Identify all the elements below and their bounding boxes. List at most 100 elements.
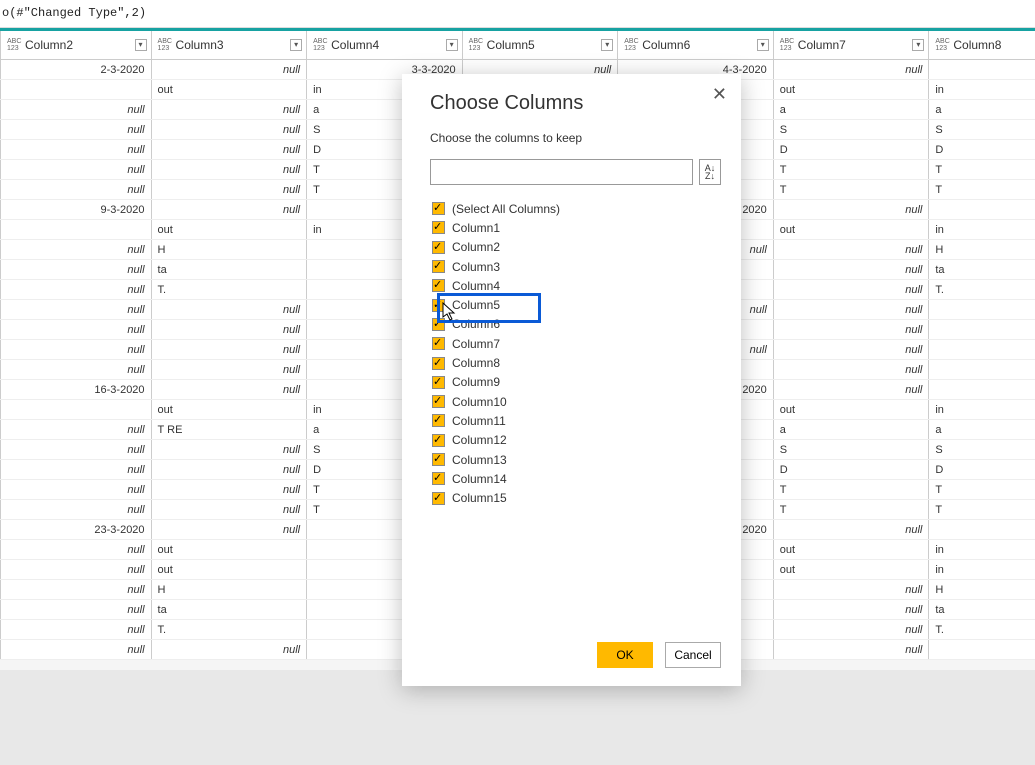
table-cell[interactable]: out [151, 560, 307, 580]
table-cell[interactable]: out [773, 80, 929, 100]
table-cell[interactable]: T [773, 500, 929, 520]
table-cell[interactable]: null [151, 340, 307, 360]
table-cell[interactable]: null [151, 180, 307, 200]
filter-dropdown-icon[interactable]: ▾ [290, 39, 302, 51]
column-item-11[interactable]: Column11 [430, 411, 721, 430]
checkbox-icon[interactable] [432, 260, 445, 273]
table-cell[interactable]: D [929, 460, 1035, 480]
column-search-input[interactable] [430, 159, 693, 185]
column-item-14[interactable]: Column14 [430, 469, 721, 488]
table-cell[interactable]: a [773, 420, 929, 440]
table-cell[interactable]: out [773, 560, 929, 580]
table-cell[interactable] [1, 220, 152, 240]
table-cell[interactable]: H [929, 580, 1035, 600]
select-all-columns[interactable]: (Select All Columns) [430, 199, 721, 218]
table-cell[interactable]: 19 [929, 380, 1035, 400]
column-item-6[interactable]: Column6 [430, 315, 721, 334]
table-cell[interactable]: in [929, 560, 1035, 580]
table-cell[interactable]: null [773, 320, 929, 340]
checkbox-icon[interactable] [432, 221, 445, 234]
table-cell[interactable]: null [1, 360, 152, 380]
column-item-5[interactable]: Column5 [430, 295, 721, 314]
table-cell[interactable]: S [773, 120, 929, 140]
checkbox-icon[interactable] [432, 279, 445, 292]
table-cell[interactable]: T. [929, 280, 1035, 300]
table-cell[interactable]: ta [929, 260, 1035, 280]
table-cell[interactable]: null [929, 340, 1035, 360]
table-cell[interactable]: 9-3-2020 [1, 200, 152, 220]
table-cell[interactable]: H [151, 240, 307, 260]
table-cell[interactable]: 16-3-2020 [1, 380, 152, 400]
table-cell[interactable]: null [1, 100, 152, 120]
table-cell[interactable]: null [1, 500, 152, 520]
table-cell[interactable]: out [151, 80, 307, 100]
table-cell[interactable]: null [151, 440, 307, 460]
table-cell[interactable]: null [151, 120, 307, 140]
table-cell[interactable]: T [929, 480, 1035, 500]
table-cell[interactable]: null [151, 500, 307, 520]
table-cell[interactable]: in [929, 80, 1035, 100]
column-header[interactable]: ABC123Column6▾ [618, 30, 774, 60]
table-cell[interactable]: null [1, 300, 152, 320]
table-cell[interactable]: null [929, 300, 1035, 320]
table-cell[interactable]: null [1, 600, 152, 620]
column-header[interactable]: ABC123Column8▾ [929, 30, 1035, 60]
checkbox-icon[interactable] [432, 492, 445, 505]
table-cell[interactable]: null [151, 380, 307, 400]
table-cell[interactable]: D [929, 140, 1035, 160]
table-cell[interactable]: null [1, 480, 152, 500]
filter-dropdown-icon[interactable]: ▾ [135, 39, 147, 51]
table-cell[interactable]: out [151, 540, 307, 560]
table-cell[interactable]: null [773, 240, 929, 260]
table-cell[interactable]: null [773, 60, 929, 80]
table-cell[interactable]: null [773, 300, 929, 320]
sort-az-button[interactable]: A↓Z↓ [699, 159, 721, 185]
table-cell[interactable]: null [1, 140, 152, 160]
table-cell[interactable]: T [773, 480, 929, 500]
table-cell[interactable]: null [151, 520, 307, 540]
table-cell[interactable]: D [773, 460, 929, 480]
table-cell[interactable]: T [773, 160, 929, 180]
table-cell[interactable]: T [929, 160, 1035, 180]
table-cell[interactable]: null [151, 60, 307, 80]
table-cell[interactable]: null [1, 420, 152, 440]
table-cell[interactable]: T [773, 180, 929, 200]
checkbox-icon[interactable] [432, 395, 445, 408]
table-cell[interactable]: null [1, 580, 152, 600]
table-cell[interactable]: null [1, 540, 152, 560]
table-cell[interactable]: null [773, 360, 929, 380]
table-cell[interactable]: null [773, 340, 929, 360]
table-cell[interactable]: null [773, 580, 929, 600]
table-cell[interactable]: null [151, 140, 307, 160]
checkbox-icon[interactable] [432, 376, 445, 389]
column-header[interactable]: ABC123Column2▾ [1, 30, 152, 60]
table-cell[interactable]: null [151, 640, 307, 660]
table-cell[interactable]: null [773, 620, 929, 640]
table-cell[interactable]: null [1, 260, 152, 280]
table-cell[interactable]: null [773, 260, 929, 280]
column-item-9[interactable]: Column9 [430, 373, 721, 392]
table-cell[interactable]: out [151, 220, 307, 240]
filter-dropdown-icon[interactable]: ▾ [446, 39, 458, 51]
table-cell[interactable]: a [929, 100, 1035, 120]
table-cell[interactable]: null [1, 440, 152, 460]
table-cell[interactable]: 2-3-2020 [1, 60, 152, 80]
table-cell[interactable]: null [151, 160, 307, 180]
table-cell[interactable]: null [151, 360, 307, 380]
table-cell[interactable]: null [151, 480, 307, 500]
table-cell[interactable] [1, 80, 152, 100]
table-cell[interactable]: null [773, 520, 929, 540]
table-cell[interactable]: out [773, 220, 929, 240]
table-cell[interactable]: S [929, 120, 1035, 140]
table-cell[interactable]: a [773, 100, 929, 120]
table-cell[interactable]: S [929, 440, 1035, 460]
table-cell[interactable]: null [151, 200, 307, 220]
table-cell[interactable]: in [929, 540, 1035, 560]
table-cell[interactable] [1, 400, 152, 420]
table-cell[interactable]: null [151, 100, 307, 120]
table-cell[interactable]: null [1, 240, 152, 260]
checkbox-icon[interactable] [432, 299, 445, 312]
filter-dropdown-icon[interactable]: ▾ [601, 39, 613, 51]
table-cell[interactable]: null [1, 160, 152, 180]
table-cell[interactable]: null [1, 620, 152, 640]
